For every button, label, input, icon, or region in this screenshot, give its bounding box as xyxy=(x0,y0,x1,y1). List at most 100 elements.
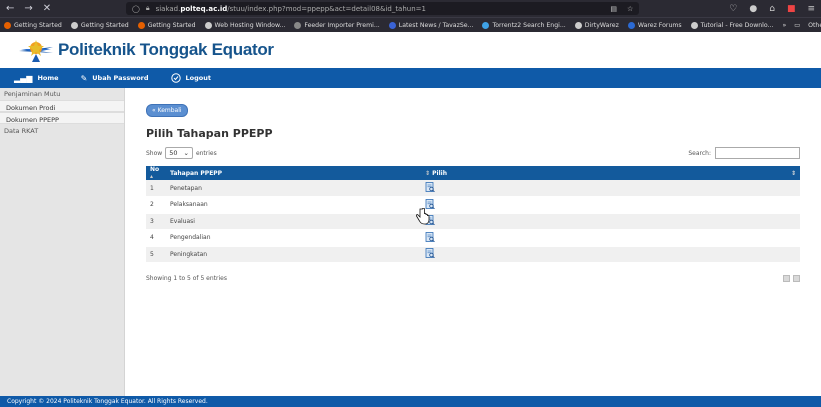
logo-icon xyxy=(19,40,53,62)
nav-logout[interactable]: Logout xyxy=(170,73,211,83)
col-no[interactable]: No ▴ xyxy=(146,166,166,180)
pocket-icon[interactable]: ♡ xyxy=(729,4,737,14)
back-arrow-icon[interactable]: ← xyxy=(6,3,14,14)
bookmark-item[interactable]: DirtyWarez xyxy=(574,21,619,29)
url-prefix: siakad. xyxy=(155,4,181,13)
page-length: Show 50 ⌄ entries xyxy=(146,147,217,159)
table-row: 4 Pengendalian xyxy=(146,229,800,247)
extensions-icon[interactable]: ⌂ xyxy=(769,4,775,14)
select-document-icon[interactable] xyxy=(425,248,435,259)
folder-icon: ▭ xyxy=(794,21,801,29)
table-row: 2 Pelaksanaan xyxy=(146,196,800,214)
table-controls: Show 50 ⌄ entries Search: xyxy=(146,146,800,160)
col-tahapan[interactable]: Tahapan PPEPP xyxy=(166,166,421,180)
cell-pilih xyxy=(421,229,800,247)
check-circle-icon xyxy=(170,73,181,83)
prev-page-button[interactable] xyxy=(783,275,790,282)
sidebar-item-data-rkat[interactable]: Data RKAT xyxy=(0,124,124,136)
chevron-icon[interactable]: ✕ xyxy=(43,3,51,14)
star-icon[interactable]: ☆ xyxy=(627,5,633,13)
forward-arrow-icon[interactable]: → xyxy=(24,3,32,14)
reader-icon[interactable]: ▤ xyxy=(610,5,617,13)
nav-change-password-label: Ubah Password xyxy=(92,74,149,82)
url-bar-actions: ▤ ☆ xyxy=(610,5,633,13)
bookmark-icon xyxy=(204,21,212,29)
search-input[interactable] xyxy=(715,147,800,159)
lock-icon: 🔒︎ xyxy=(145,4,150,12)
bookmark-item[interactable]: Getting Started xyxy=(70,21,129,29)
other-bookmarks-label[interactable]: Other Bookmarks xyxy=(808,22,821,29)
sort-both-icon: ⇕ xyxy=(790,169,796,177)
url-bar[interactable]: ◯ 🔒︎ siakad.polteq.ac.id/stuu/index.php?… xyxy=(126,2,640,15)
next-page-button[interactable] xyxy=(793,275,800,282)
table-info: Showing 1 to 5 of 5 entries xyxy=(146,275,227,282)
browser-nav: ← → ✕ xyxy=(6,3,126,14)
table-search: Search: xyxy=(688,147,800,159)
page-layout: Penjaminan Mutu Dokumen Prodi Dokumen PP… xyxy=(0,88,821,396)
cell-tahapan: Penetapan xyxy=(166,180,421,197)
nav-home[interactable]: ▂▄▆ Home xyxy=(14,74,59,83)
sidebar-item-dokumen-ppepp[interactable]: Dokumen PPEPP xyxy=(0,112,124,124)
cell-tahapan: Peningkatan xyxy=(166,246,421,263)
col-pilih-label: Pilih xyxy=(432,169,447,177)
bookmark-icon xyxy=(482,21,490,29)
cell-pilih xyxy=(421,196,800,214)
chevron-down-icon: ⌄ xyxy=(183,149,189,157)
page-footer: Copyright © 2024 Politeknik Tonggak Equa… xyxy=(0,396,821,407)
bookmarks-overflow[interactable]: » ▭ Other Bookmarks xyxy=(782,22,821,29)
bookmark-item[interactable]: Torrentz2 Search Engi... xyxy=(482,21,566,29)
bookmark-label: Feeder Importer Premi... xyxy=(304,21,380,29)
bookmark-icon xyxy=(627,21,635,29)
bookmark-label: Tutorial - Free Downlo... xyxy=(700,21,774,29)
url-host: polteq.ac.id xyxy=(180,4,228,13)
table-body: 1 Penetapan 2 Pelaksanaan 3 Evaluasi 4 Pengenda… xyxy=(146,180,800,263)
bookmark-label: DirtyWarez xyxy=(584,21,619,29)
bookmark-item[interactable]: Getting Started xyxy=(4,21,62,29)
cell-pilih xyxy=(421,213,800,230)
main-nav: ▂▄▆ Home ✎ Ubah Password Logout xyxy=(0,68,821,88)
bookmark-item[interactable]: Latest News / TavazSe... xyxy=(388,21,473,29)
bookmark-label: Getting Started xyxy=(147,21,196,29)
menu-icon[interactable]: ≡ xyxy=(807,4,815,14)
select-document-icon[interactable] xyxy=(425,182,435,192)
bookmark-item[interactable]: Feeder Importer Premi... xyxy=(294,21,380,29)
table-row: 5 Peningkatan xyxy=(146,246,800,263)
bookmark-item[interactable]: Web Hosting Window... xyxy=(204,21,286,29)
bookmarks-bar: Getting Started Getting Started Getting St… xyxy=(0,17,821,32)
back-button[interactable]: « Kembali xyxy=(146,104,188,117)
bookmark-label: Torrentz2 Search Engi... xyxy=(492,21,566,29)
col-pilih[interactable]: ⇕ Pilih ⇕ xyxy=(421,166,800,180)
page-title: Pilih Tahapan PPEPP xyxy=(146,127,273,140)
bookmark-icon xyxy=(690,21,698,29)
bookmark-item[interactable]: Warez Forums xyxy=(627,21,682,29)
main-content: « Kembali Pilih Tahapan PPEPP Show 50 ⌄ … xyxy=(125,88,821,396)
browser-actions: ♡ ● ⌂ ■ ≡ xyxy=(729,4,815,14)
cell-pilih xyxy=(421,180,800,197)
table-header-row: No ▴ Tahapan PPEPP ⇕ Pilih ⇕ xyxy=(146,166,800,180)
bookmark-label: Web Hosting Window... xyxy=(214,21,286,29)
col-no-label: No xyxy=(150,166,160,173)
bookmark-item[interactable]: Getting Started xyxy=(137,21,196,29)
nav-logout-label: Logout xyxy=(185,74,211,82)
account-icon[interactable]: ● xyxy=(749,4,757,14)
nav-home-label: Home xyxy=(37,74,59,82)
sidebar: Penjaminan Mutu Dokumen Prodi Dokumen PP… xyxy=(0,88,125,396)
page-length-select[interactable]: 50 ⌄ xyxy=(165,147,193,159)
addon-icon[interactable]: ■ xyxy=(787,4,796,14)
table-row: 1 Penetapan xyxy=(146,180,800,197)
bookmark-label: Warez Forums xyxy=(637,21,682,29)
cell-pilih xyxy=(421,246,800,263)
select-document-icon[interactable] xyxy=(425,231,435,242)
url-text: siakad.polteq.ac.id/stuu/index.php?mod=p… xyxy=(156,5,426,13)
browser-toolbar: ← → ✕ ◯ 🔒︎ siakad.polteq.ac.id/stuu/inde… xyxy=(0,0,821,17)
search-label: Search: xyxy=(688,149,711,157)
sort-both-icon: ⇕ xyxy=(425,169,431,177)
chevron-right-icon[interactable]: » xyxy=(782,22,786,29)
bookmark-item[interactable]: Tutorial - Free Downlo... xyxy=(690,21,774,29)
cell-no: 3 xyxy=(146,213,166,230)
sidebar-item-dokumen-prodi[interactable]: Dokumen Prodi xyxy=(0,100,124,112)
nav-change-password[interactable]: ✎ Ubah Password xyxy=(81,74,149,83)
site-header: Politeknik Tonggak Equator xyxy=(0,32,821,68)
cell-tahapan: Pelaksanaan xyxy=(166,196,421,214)
bookmark-icon xyxy=(294,21,302,29)
